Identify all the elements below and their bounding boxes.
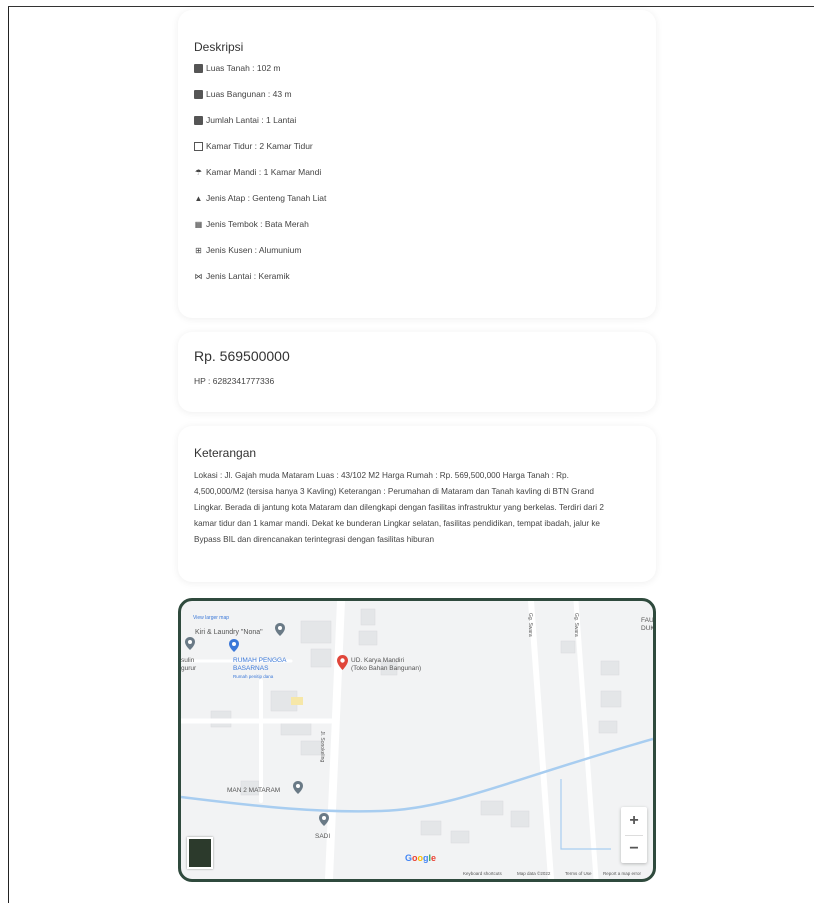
feature-window-frame: ⊞ Jenis Kusen : Alumunium bbox=[194, 244, 301, 256]
map-canvas[interactable] bbox=[181, 601, 653, 879]
feature-label: Jenis Lantai : Keramik bbox=[206, 271, 290, 281]
street-right-2: Gg. Swara bbox=[573, 613, 579, 637]
info-card: Keterangan Lokasi : Jl. Gajah muda Matar… bbox=[178, 426, 656, 582]
place-rumah-sub: Rumah penitip dana bbox=[233, 674, 274, 679]
street-main: Jl. Sonokeling bbox=[319, 731, 325, 763]
bedroom-icon bbox=[194, 141, 203, 151]
place-rumah-line1[interactable]: RUMAH PENGGA bbox=[233, 657, 286, 664]
place-left-edge-2: gurur bbox=[181, 665, 197, 672]
land-area-icon bbox=[194, 63, 203, 73]
phone-number[interactable]: HP : 6282341777336 bbox=[194, 376, 274, 386]
zoom-out-button[interactable]: − bbox=[621, 835, 647, 863]
place-pin-icon[interactable] bbox=[319, 813, 329, 826]
satellite-toggle-thumbnail[interactable] bbox=[187, 837, 213, 869]
feature-label: Jumlah Lantai : 1 Lantai bbox=[206, 115, 297, 125]
page-left-border bbox=[8, 6, 9, 903]
embedded-map[interactable]: View larger map Kiri & Laundry "Nona" su… bbox=[178, 598, 656, 882]
keyboard-shortcuts-link[interactable]: Keyboard shortcuts bbox=[463, 871, 502, 876]
place-laundry[interactable]: Kiri & Laundry "Nona" bbox=[195, 629, 263, 636]
place-school[interactable]: MAN 2 MATARAM bbox=[227, 787, 280, 794]
blue-place-pin-icon[interactable] bbox=[229, 639, 239, 652]
feature-floors: Jumlah Lantai : 1 Lantai bbox=[194, 114, 296, 126]
street-right-1: Gg. Swara bbox=[527, 613, 533, 637]
feature-bathroom: ☂ Kamar Mandi : 1 Kamar Mandi bbox=[194, 166, 321, 178]
feature-label: Kamar Tidur : 2 Kamar Tidur bbox=[206, 141, 313, 151]
price-card: Rp. 569500000 HP : 6282341777336 bbox=[178, 332, 656, 412]
zoom-controls: + − bbox=[621, 807, 647, 863]
place-pin-icon[interactable] bbox=[185, 637, 195, 650]
feature-land-area: Luas Tanah : 102 m bbox=[194, 62, 281, 74]
place-bottom: SADI bbox=[315, 833, 331, 840]
feature-label: Luas Tanah : 102 m bbox=[206, 63, 281, 73]
description-card: Deskripsi Luas Tanah : 102 m Luas Bangun… bbox=[178, 10, 656, 318]
description-title: Deskripsi bbox=[194, 40, 244, 54]
place-right-top-1: FAU bbox=[641, 617, 654, 624]
place-pin-icon[interactable] bbox=[275, 623, 285, 636]
bathroom-icon: ☂ bbox=[194, 167, 203, 177]
info-title: Keterangan bbox=[194, 446, 257, 460]
place-left-edge-1: sulin bbox=[181, 657, 195, 664]
wall-icon: ▦ bbox=[194, 219, 203, 229]
feature-roof: ▲ Jenis Atap : Genteng Tanah Liat bbox=[194, 192, 327, 204]
floor-icon: ⋈ bbox=[194, 271, 203, 281]
window-frame-icon: ⊞ bbox=[195, 245, 202, 255]
feature-label: Luas Bangunan : 43 m bbox=[206, 89, 292, 99]
place-rumah-line2[interactable]: BASARNAS bbox=[233, 665, 268, 672]
floors-icon bbox=[194, 115, 203, 125]
place-store-line1[interactable]: UD. Karya Mandiri bbox=[351, 657, 404, 664]
building-area-icon bbox=[194, 89, 203, 99]
feature-label: Kamar Mandi : 1 Kamar Mandi bbox=[206, 167, 322, 177]
place-right-top-2: DUK bbox=[641, 625, 655, 632]
feature-bedroom: Kamar Tidur : 2 Kamar Tidur bbox=[194, 140, 313, 152]
store-pin-icon[interactable] bbox=[337, 655, 348, 670]
info-text: Lokasi : Jl. Gajah muda Mataram Luas : 4… bbox=[194, 471, 604, 544]
zoom-in-button[interactable]: + bbox=[621, 807, 647, 835]
place-pin-icon[interactable] bbox=[293, 781, 303, 794]
roof-icon: ▲ bbox=[194, 193, 203, 203]
map-data-text: Map data ©2022 bbox=[517, 871, 551, 876]
page-top-border bbox=[8, 6, 814, 7]
feature-floor: ⋈ Jenis Lantai : Keramik bbox=[194, 270, 290, 282]
terms-of-use-link[interactable]: Terms of Use bbox=[565, 871, 592, 876]
report-map-error-link[interactable]: Report a map error bbox=[603, 871, 641, 876]
feature-label: Jenis Kusen : Alumunium bbox=[206, 245, 302, 255]
feature-building-area: Luas Bangunan : 43 m bbox=[194, 88, 292, 100]
google-logo: Google bbox=[405, 853, 437, 863]
place-store-line2[interactable]: (Toko Bahan Bangunan) bbox=[351, 665, 421, 672]
feature-wall: ▦ Jenis Tembok : Bata Merah bbox=[194, 218, 309, 230]
view-larger-map-link[interactable]: View larger map bbox=[193, 615, 229, 621]
price-value: Rp. 569500000 bbox=[194, 348, 290, 364]
feature-label: Jenis Tembok : Bata Merah bbox=[206, 219, 309, 229]
feature-label: Jenis Atap : Genteng Tanah Liat bbox=[206, 193, 327, 203]
